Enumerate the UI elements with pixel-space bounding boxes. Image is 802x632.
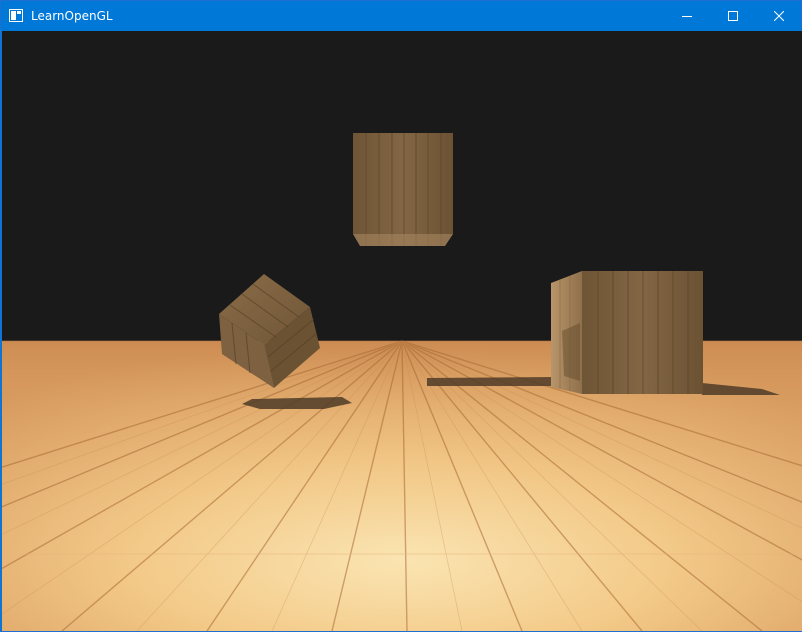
window-title: LearnOpenGL — [31, 9, 113, 23]
scene-canvas — [2, 31, 802, 631]
opengl-viewport[interactable] — [2, 31, 802, 631]
maximize-button[interactable] — [710, 1, 756, 31]
floating-crate-top — [353, 133, 453, 246]
floor-crate — [551, 271, 703, 394]
title-bar[interactable]: LearnOpenGL — [1, 1, 801, 31]
app-window: LearnOpenGL — [0, 0, 802, 632]
app-window-icon — [9, 9, 23, 22]
minimize-icon — [682, 16, 692, 17]
maximize-icon — [728, 11, 738, 21]
minimize-button[interactable] — [664, 1, 710, 31]
close-button[interactable] — [756, 1, 802, 31]
close-icon — [774, 11, 784, 21]
